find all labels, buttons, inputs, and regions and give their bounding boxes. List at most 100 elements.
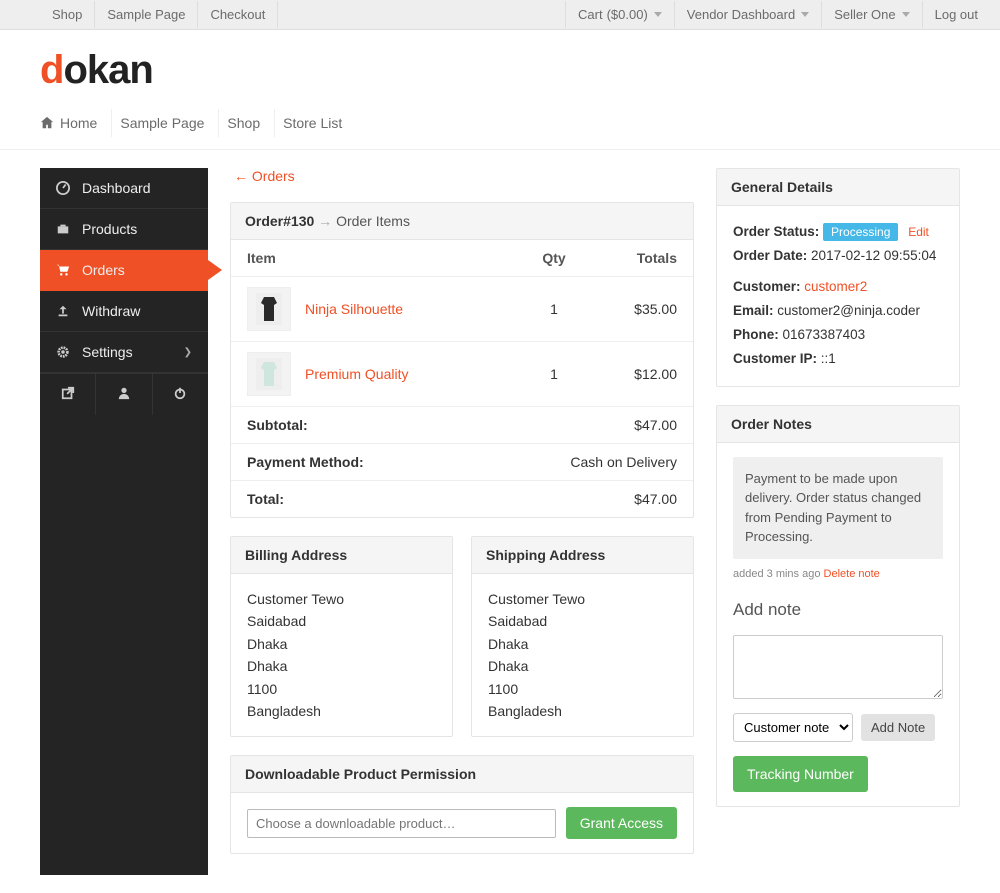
grant-access-button[interactable]: Grant Access — [566, 807, 677, 839]
payment-method-value: Cash on Delivery — [537, 454, 677, 470]
gear-icon — [56, 345, 70, 359]
shipping-body: Customer Tewo Saidabad Dhaka Dhaka 1100 … — [472, 574, 693, 736]
caret-down-icon — [801, 12, 809, 17]
billing-body: Customer Tewo Saidabad Dhaka Dhaka 1100 … — [231, 574, 452, 736]
chevron-right-icon: ❯ — [184, 347, 192, 358]
order-item-row: Premium Quality 1 $12.00 — [231, 342, 693, 407]
note-timestamp: added 3 mins ago — [733, 568, 820, 580]
nav-shop[interactable]: Shop — [227, 109, 275, 137]
downloadable-permission-panel: Downloadable Product Permission Grant Ac… — [230, 755, 694, 854]
item-total: $12.00 — [587, 366, 677, 382]
subtotal-value: $47.00 — [537, 417, 677, 433]
sidebar-item-label: Settings — [82, 344, 133, 360]
caret-down-icon — [654, 12, 662, 17]
sidebar-item-products[interactable]: Products — [40, 209, 208, 250]
sidebar-item-label: Orders — [82, 262, 125, 278]
billing-title: Billing Address — [231, 537, 452, 574]
status-badge: Processing — [823, 223, 898, 241]
note-type-select[interactable]: Customer note — [733, 713, 853, 742]
topbar-seller[interactable]: Seller One — [821, 1, 921, 28]
topbar-vendor-dashboard[interactable]: Vendor Dashboard — [674, 1, 821, 28]
arrow-right-icon: → — [318, 213, 336, 229]
order-items-panel: Order#130 → Order Items Item Qty Totals … — [230, 202, 694, 518]
payment-method-label: Payment Method: — [247, 454, 529, 470]
customer-link[interactable]: customer2 — [804, 279, 867, 294]
status-label: Order Status: — [733, 224, 819, 239]
power-icon — [173, 386, 187, 400]
item-qty: 1 — [529, 366, 579, 382]
edit-status-link[interactable]: Edit — [908, 225, 929, 239]
product-thumbnail — [247, 287, 291, 331]
order-title: Order#130 — [245, 213, 314, 229]
add-note-textarea[interactable] — [733, 635, 943, 699]
sidebar-item-orders[interactable]: Orders — [40, 250, 208, 291]
upload-icon — [56, 304, 70, 318]
ip-label: Customer IP: — [733, 351, 817, 366]
product-link[interactable]: Premium Quality — [305, 366, 408, 382]
total-label: Total: — [247, 491, 529, 507]
main-nav: Home Sample Page Shop Store List — [40, 103, 960, 149]
subtotal-label: Subtotal: — [247, 417, 529, 433]
topbar-shop[interactable]: Shop — [40, 1, 95, 28]
sidebar-external-link[interactable] — [40, 374, 96, 415]
notes-title: Order Notes — [717, 406, 959, 443]
cart-icon — [56, 263, 70, 277]
add-note-button[interactable]: Add Note — [861, 714, 935, 741]
nav-sample-page[interactable]: Sample Page — [120, 109, 219, 137]
shipping-title: Shipping Address — [472, 537, 693, 574]
general-title: General Details — [717, 169, 959, 206]
add-note-label: Add note — [733, 591, 943, 630]
caret-down-icon — [902, 12, 910, 17]
phone-value: 01673387403 — [783, 327, 866, 342]
dashboard-icon — [56, 181, 70, 195]
sidebar-item-dashboard[interactable]: Dashboard — [40, 168, 208, 209]
cart-label: Cart — [578, 7, 603, 22]
product-thumbnail — [247, 352, 291, 396]
user-icon — [117, 386, 131, 400]
order-notes-panel: Order Notes Payment to be made upon deli… — [716, 405, 960, 808]
ip-value: ::1 — [821, 351, 836, 366]
logo[interactable]: dokan — [40, 30, 960, 103]
order-subtitle: Order Items — [336, 213, 410, 229]
general-details-panel: General Details Order Status: Processing… — [716, 168, 960, 387]
nav-home[interactable]: Home — [40, 109, 112, 137]
nav-store-list[interactable]: Store List — [283, 109, 356, 137]
billing-address-panel: Billing Address Customer Tewo Saidabad D… — [230, 536, 453, 737]
tracking-number-button[interactable]: Tracking Number — [733, 756, 868, 792]
date-label: Order Date: — [733, 248, 807, 263]
delete-note-link[interactable]: Delete note — [824, 568, 880, 580]
col-qty: Qty — [529, 250, 579, 266]
total-value: $47.00 — [537, 491, 677, 507]
sidebar: Dashboard Products Orders Withdraw Setti… — [40, 168, 208, 875]
home-icon — [40, 116, 54, 130]
external-icon — [61, 386, 75, 400]
topbar: Shop Sample Page Checkout Cart ($0.00) V… — [0, 0, 1000, 30]
back-to-orders-link[interactable]: ← Orders — [230, 168, 694, 184]
topbar-logout[interactable]: Log out — [922, 1, 990, 28]
topbar-checkout[interactable]: Checkout — [198, 1, 278, 28]
customer-label: Customer: — [733, 279, 801, 294]
col-totals: Totals — [587, 250, 677, 266]
sidebar-item-label: Dashboard — [82, 180, 151, 196]
sidebar-item-settings[interactable]: Settings ❯ — [40, 332, 208, 373]
header: dokan Home Sample Page Shop Store List — [0, 30, 1000, 149]
sidebar-profile[interactable] — [96, 374, 152, 415]
email-value: customer2@ninja.coder — [777, 303, 920, 318]
downloadable-product-input[interactable] — [247, 809, 556, 838]
dpp-title: Downloadable Product Permission — [231, 756, 693, 793]
sidebar-item-label: Withdraw — [82, 303, 140, 319]
topbar-sample-page[interactable]: Sample Page — [95, 1, 198, 28]
sidebar-item-withdraw[interactable]: Withdraw — [40, 291, 208, 332]
date-value: 2017-02-12 09:55:04 — [811, 248, 936, 263]
topbar-cart[interactable]: Cart ($0.00) — [565, 1, 674, 28]
note-bubble: Payment to be made upon delivery. Order … — [733, 457, 943, 559]
item-total: $35.00 — [587, 301, 677, 317]
sidebar-item-label: Products — [82, 221, 137, 237]
sidebar-power[interactable] — [153, 374, 208, 415]
cart-amount: ($0.00) — [607, 7, 648, 22]
briefcase-icon — [56, 222, 70, 236]
product-link[interactable]: Ninja Silhouette — [305, 301, 403, 317]
order-item-row: Ninja Silhouette 1 $35.00 — [231, 277, 693, 342]
phone-label: Phone: — [733, 327, 779, 342]
col-item: Item — [247, 250, 521, 266]
